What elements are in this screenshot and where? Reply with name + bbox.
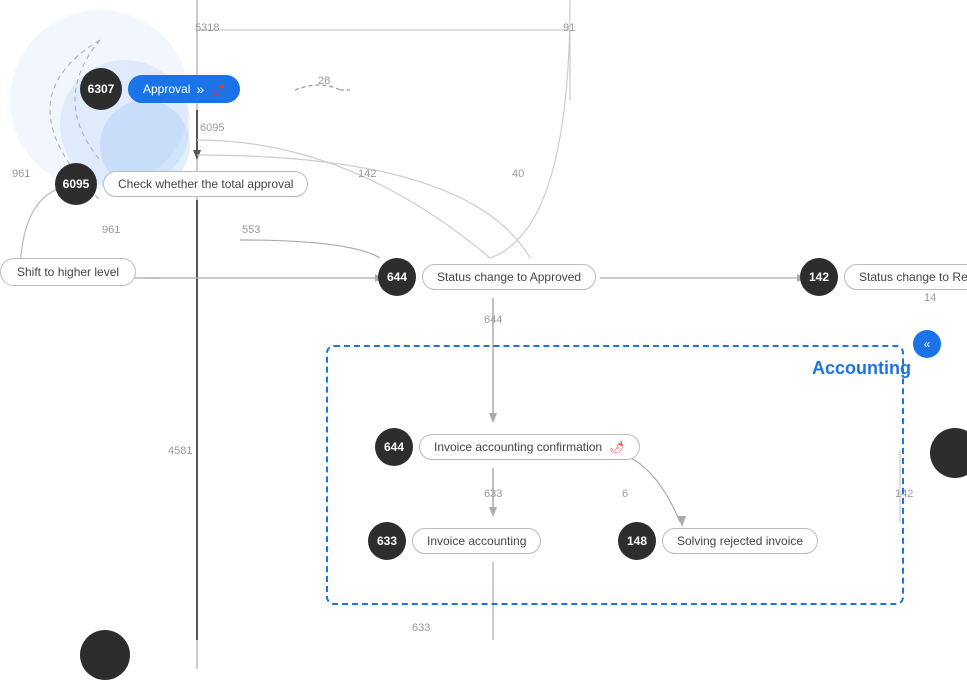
status-rejected-circle: 142: [800, 258, 838, 296]
right-node: [930, 428, 967, 478]
edge-label-40: 40: [512, 168, 524, 180]
status-approved-label: Status change to Approved: [422, 264, 596, 290]
accounting-title: Accounting: [812, 358, 911, 379]
shift-higher-label: Shift to higher level: [0, 258, 136, 286]
edge-label-5318: 5318: [195, 22, 219, 34]
edge-label-961b: 961: [102, 224, 120, 236]
check-approval-node[interactable]: 6095 Check whether the total approval: [55, 163, 308, 205]
approval-forward-icon: »: [196, 81, 204, 97]
accounting-box: [326, 345, 904, 605]
edge-label-961a: 961: [12, 168, 30, 180]
status-rejected-label: Status change to Rejected: [844, 264, 967, 290]
solving-rejected-label: Solving rejected invoice: [662, 528, 818, 554]
edge-label-6095: 6095: [200, 122, 224, 134]
approval-label: Approval » 🌶: [128, 75, 240, 103]
edge-label-633b: 633: [412, 622, 430, 634]
edge-label-91: 91: [563, 22, 575, 34]
collapse-button[interactable]: «: [913, 330, 941, 358]
invoice-confirmation-circle: 644: [375, 428, 413, 466]
status-approved-circle: 644: [378, 258, 416, 296]
invoice-accounting-node[interactable]: 633 Invoice accounting: [368, 522, 541, 560]
chili-icon-invoice-conf: 🌶: [609, 440, 624, 454]
edge-label-4581: 4581: [168, 445, 192, 457]
edge-label-28: 28: [318, 75, 330, 87]
chili-icon-approval: 🌶: [210, 82, 225, 96]
check-approval-circle: 6095: [55, 163, 97, 205]
approval-node[interactable]: 6307 Approval » 🌶: [80, 68, 240, 110]
invoice-accounting-circle: 633: [368, 522, 406, 560]
edge-label-142a: 142: [358, 168, 376, 180]
invoice-confirmation-label: Invoice accounting confirmation 🌶: [419, 434, 640, 460]
edge-label-644b: 644: [484, 314, 502, 326]
status-approved-node[interactable]: 644 Status change to Approved: [378, 258, 596, 296]
shift-higher-node[interactable]: Shift to higher level: [0, 258, 136, 286]
edge-label-553: 553: [242, 224, 260, 236]
check-approval-label: Check whether the total approval: [103, 171, 308, 197]
status-rejected-node[interactable]: 142 Status change to Rejected: [800, 258, 967, 296]
invoice-accounting-label: Invoice accounting: [412, 528, 541, 554]
bottom-left-node: [80, 630, 130, 680]
approval-circle: 6307: [80, 68, 122, 110]
solving-rejected-node[interactable]: 148 Solving rejected invoice: [618, 522, 818, 560]
invoice-confirmation-node[interactable]: 644 Invoice accounting confirmation 🌶: [375, 428, 640, 466]
solving-rejected-circle: 148: [618, 522, 656, 560]
